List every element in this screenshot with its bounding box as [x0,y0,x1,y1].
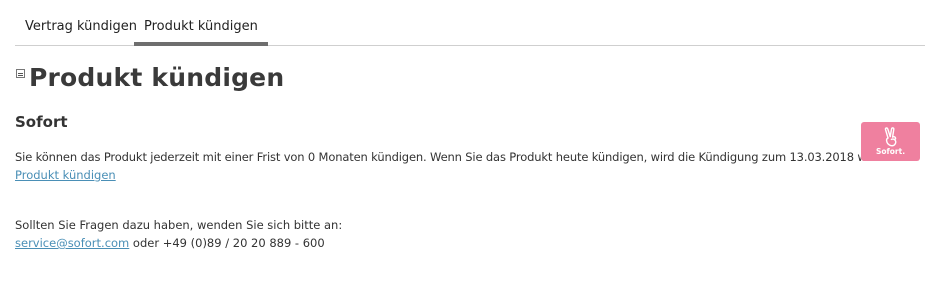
help-text: Sollten Sie Fragen dazu haben, wenden Si… [15,218,343,232]
email-link[interactable]: service@sofort.com [15,236,129,250]
victory-hand-icon [884,127,896,147]
tab-vertrag-kuendigen[interactable]: Vertrag kündigen [15,12,147,42]
tab-produkt-kuendigen[interactable]: Produkt kündigen [134,12,268,46]
phone-number: +49 (0)89 / 20 20 889 - 600 [162,236,325,250]
logo-brand-text: Sofort. [875,147,906,156]
tab-bar: Vertrag kündigen Produkt kündigen [15,12,925,46]
sofort-logo: Sofort. [861,122,920,161]
page-title: Produkt kündigen [29,63,285,92]
section-title: Sofort [15,113,68,131]
cancellation-description: Sie können das Produkt jederzeit mit ein… [15,150,909,164]
cancel-product-link[interactable]: Produkt kündigen [15,168,116,182]
collapse-icon[interactable] [16,69,25,78]
contact-connector: oder [129,236,163,250]
contact-line: service@sofort.com oder +49 (0)89 / 20 2… [15,236,325,250]
